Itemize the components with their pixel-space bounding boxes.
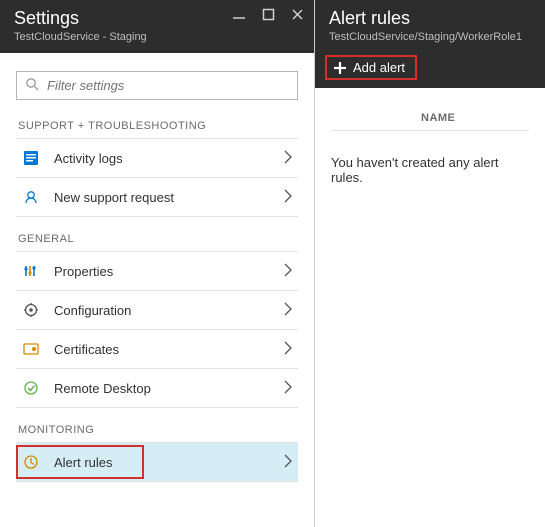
menu-remote-desktop[interactable]: Remote Desktop <box>16 368 298 408</box>
window-controls <box>232 8 304 25</box>
alert-rules-title: Alert rules <box>329 8 531 29</box>
certificates-icon <box>22 340 40 358</box>
menu-new-support-request[interactable]: New support request <box>16 177 298 217</box>
plus-icon <box>333 61 347 75</box>
section-general-label: GENERAL <box>18 233 298 245</box>
menu-label: New support request <box>54 190 284 205</box>
menu-activity-logs[interactable]: Activity logs <box>16 138 298 177</box>
properties-icon <box>22 262 40 280</box>
chevron-right-icon <box>284 454 292 471</box>
menu-label: Remote Desktop <box>54 381 284 396</box>
empty-state-message: You haven't created any alert rules. <box>331 155 529 185</box>
settings-header: Settings TestCloudService - Staging <box>0 0 314 53</box>
menu-label: Configuration <box>54 303 284 318</box>
chevron-right-icon <box>284 263 292 280</box>
menu-alert-rules[interactable]: Alert rules <box>16 442 298 482</box>
alert-rules-toolbar: Add alert <box>315 49 545 88</box>
menu-label: Properties <box>54 264 284 279</box>
chevron-right-icon <box>284 341 292 358</box>
add-alert-label: Add alert <box>353 60 405 75</box>
chevron-right-icon <box>284 302 292 319</box>
minimize-icon[interactable] <box>232 8 246 25</box>
chevron-right-icon <box>284 189 292 206</box>
settings-subtitle: TestCloudService - Staging <box>14 31 300 43</box>
close-icon[interactable] <box>291 8 304 25</box>
menu-properties[interactable]: Properties <box>16 251 298 290</box>
name-column-header: NAME <box>421 106 529 130</box>
alert-rules-icon <box>22 453 40 471</box>
support-request-icon <box>22 188 40 206</box>
menu-configuration[interactable]: Configuration <box>16 290 298 329</box>
alert-rules-header: Alert rules TestCloudService/Staging/Wor… <box>315 0 545 49</box>
chevron-right-icon <box>284 150 292 167</box>
filter-settings-field[interactable] <box>47 78 289 93</box>
alert-rules-subtitle: TestCloudService/Staging/WorkerRole1 <box>329 31 531 43</box>
section-support-label: SUPPORT + TROUBLESHOOTING <box>18 120 298 132</box>
maximize-icon[interactable] <box>262 8 275 25</box>
add-alert-button[interactable]: Add alert <box>325 55 417 80</box>
menu-certificates[interactable]: Certificates <box>16 329 298 368</box>
menu-label: Certificates <box>54 342 284 357</box>
activity-logs-icon <box>22 149 40 167</box>
section-monitoring-label: MONITORING <box>18 424 298 436</box>
menu-label: Activity logs <box>54 151 284 166</box>
settings-pane: Settings TestCloudService - Staging <box>0 0 315 527</box>
filter-settings-input[interactable] <box>16 71 298 100</box>
chevron-right-icon <box>284 380 292 397</box>
remote-desktop-icon <box>22 379 40 397</box>
configuration-icon <box>22 301 40 319</box>
search-icon <box>25 77 39 94</box>
alert-rules-pane: Alert rules TestCloudService/Staging/Wor… <box>315 0 545 527</box>
menu-label: Alert rules <box>54 455 284 470</box>
